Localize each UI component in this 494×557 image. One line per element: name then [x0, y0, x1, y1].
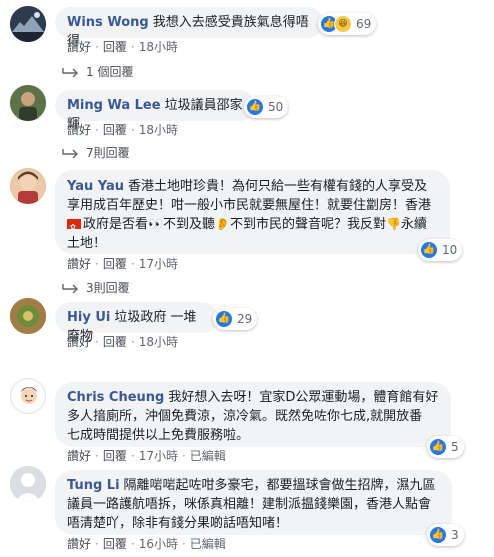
comment-bubble: Wins Wong 我想入去感受貴族氣息得唔得 [55, 7, 323, 49]
reply-link[interactable]: 回覆 [103, 537, 127, 551]
comment-text-line: 隔離啱啱起咗咁多豪宅，都要搵球會做生招牌，濕九區 [123, 478, 436, 493]
comment-actions: 讚好 · 回覆 · 16小時 · 已編輯 [67, 537, 226, 551]
like-link[interactable]: 讚好 [67, 257, 91, 271]
like-link[interactable]: 讚好 [67, 40, 91, 54]
reaction-count: 3 [451, 528, 459, 542]
comment-text-line: 享用成百年歷史！咁一般小市民就要無屋住！就要住劏房！香港 [67, 198, 432, 213]
reply-link[interactable]: 回覆 [103, 257, 127, 271]
replies-count: 1 個回覆 [86, 65, 134, 79]
reaction-count: 5 [451, 440, 459, 454]
reactions-badge[interactable]: 👍 50 [244, 96, 289, 118]
reactions-badge[interactable]: 👍 10 [418, 239, 463, 261]
replies-count: 7則回覆 [86, 146, 130, 160]
reply-link[interactable]: 回覆 [103, 335, 127, 349]
edited-label[interactable]: 已編輯 [190, 449, 226, 463]
reactions-badge[interactable]: 👍 3 [427, 524, 464, 546]
commenter-name[interactable]: Wins Wong [67, 15, 149, 30]
commenter-name[interactable]: Ming Wa Lee [67, 98, 161, 113]
comment-bubble: Tung Li 隔離啱啱起咗咁多豪宅，都要搵球會做生招牌，濕九區 議員一路護航唔拆… [55, 470, 452, 535]
like-link[interactable]: 讚好 [67, 449, 91, 463]
reply-arrow-icon [62, 283, 78, 293]
reply-link[interactable]: 回覆 [103, 449, 127, 463]
comment-text-line: 我好想入去呀！宜家D公眾運動場，體育館有好 [168, 390, 439, 405]
hong-kong-flag-icon [67, 218, 81, 237]
comment-bubble: Ming Wa Lee 垃圾議員邵家輝 [55, 90, 255, 132]
comment-text-line: 政府是否看👀不到及聽👂不到市民的聲音呢？我反對👎永續 [67, 215, 438, 237]
comment-actions: 讚好 · 回覆 · 17小時 · 已編輯 [67, 449, 226, 463]
comment-feed: Wins Wong 我想入去感受貴族氣息得唔得 👍 😆 69 讚好 · 回覆 · 18小時 1… [0, 0, 494, 557]
edited-label[interactable]: 已編輯 [190, 537, 226, 551]
reactions-badge[interactable]: 👍 5 [427, 436, 464, 458]
timestamp[interactable]: 17小時 [139, 257, 178, 271]
timestamp[interactable]: 18小時 [139, 123, 178, 137]
like-icon: 👍 [420, 241, 438, 259]
comment-actions: 讚好 · 回覆 · 18小時 [67, 123, 178, 137]
replies-count: 3則回覆 [86, 281, 130, 295]
comment-text-line: 多人揞廁所，沖個免費涼，涼冷氣。既然免咗你七成,就開放番 [67, 409, 423, 424]
reactions-badge[interactable]: 👍 29 [213, 308, 258, 330]
like-icon: 👍 [246, 98, 264, 116]
eyes-emoji-icon: 👀 [148, 217, 163, 231]
comment-bubble: Hiy Ui 垃圾政府 一堆廢物 [55, 302, 218, 344]
comment-text-line: 香港土地咁珍貴！為何只給一些有權有錢的人享受及 [128, 179, 428, 194]
comment-text-line: 議員一路護航唔拆，咪係真相離！建制派揾錢樂園，香港人點會 [67, 497, 432, 512]
comment-bubble: Yau Yau 香港土地咁珍貴！為何只給一些有權有錢的人享受及 享用成百年歷史！咁… [55, 170, 450, 254]
timestamp[interactable]: 18小時 [139, 40, 178, 54]
like-icon: 👍 [215, 310, 233, 328]
comment-bubble: Chris Cheung 我好想入去呀！宜家D公眾運動場，體育館有好 多人揞廁所，… [55, 382, 451, 447]
like-link[interactable]: 讚好 [67, 123, 91, 137]
haha-icon: 😆 [334, 15, 352, 33]
comment-actions: 讚好 · 回覆 · 18小時 [67, 335, 178, 349]
reply-arrow-icon [62, 67, 78, 77]
comment-text-line: 七成時間提供以上免費服務啦。 [67, 428, 250, 443]
reaction-count: 69 [356, 17, 372, 31]
view-replies-link[interactable]: 1 個回覆 [62, 63, 133, 80]
reply-link[interactable]: 回覆 [103, 40, 127, 54]
view-replies-link[interactable]: 7則回覆 [62, 144, 130, 161]
like-link[interactable]: 讚好 [67, 537, 91, 551]
comment-text-line: 土地！ [67, 236, 107, 251]
avatar[interactable] [10, 298, 46, 334]
avatar[interactable] [10, 168, 46, 204]
reaction-count: 29 [237, 312, 253, 326]
comment-actions: 讚好 · 回覆 · 18小時 [67, 40, 178, 54]
reactions-badge[interactable]: 👍 😆 69 [318, 13, 377, 35]
commenter-name[interactable]: Hiy Ui [67, 310, 110, 325]
reply-link[interactable]: 回覆 [103, 123, 127, 137]
timestamp[interactable]: 16小時 [139, 537, 178, 551]
ear-emoji-icon: 👂 [214, 217, 230, 231]
reaction-count: 50 [268, 100, 284, 114]
comment-text-line: 唔清楚吖，除非有錢分果啲話唔知啫！ [67, 516, 289, 531]
comment-actions: 讚好 · 回覆 · 17小時 [67, 257, 178, 271]
like-icon: 👍 [429, 526, 447, 544]
avatar[interactable] [10, 466, 46, 502]
avatar[interactable] [10, 6, 46, 42]
commenter-name[interactable]: Yau Yau [67, 179, 124, 194]
avatar[interactable] [10, 378, 46, 414]
commenter-name[interactable]: Chris Cheung [67, 390, 164, 405]
like-icon: 👍 [429, 438, 447, 456]
thumbs-down-emoji-icon: 👎 [385, 217, 401, 231]
avatar[interactable] [10, 85, 46, 121]
view-replies-link[interactable]: 3則回覆 [62, 279, 130, 296]
timestamp[interactable]: 18小時 [139, 335, 178, 349]
reply-arrow-icon [62, 148, 78, 158]
timestamp[interactable]: 17小時 [139, 449, 178, 463]
like-link[interactable]: 讚好 [67, 335, 91, 349]
reaction-count: 10 [442, 243, 458, 257]
commenter-name[interactable]: Tung Li [67, 478, 120, 493]
